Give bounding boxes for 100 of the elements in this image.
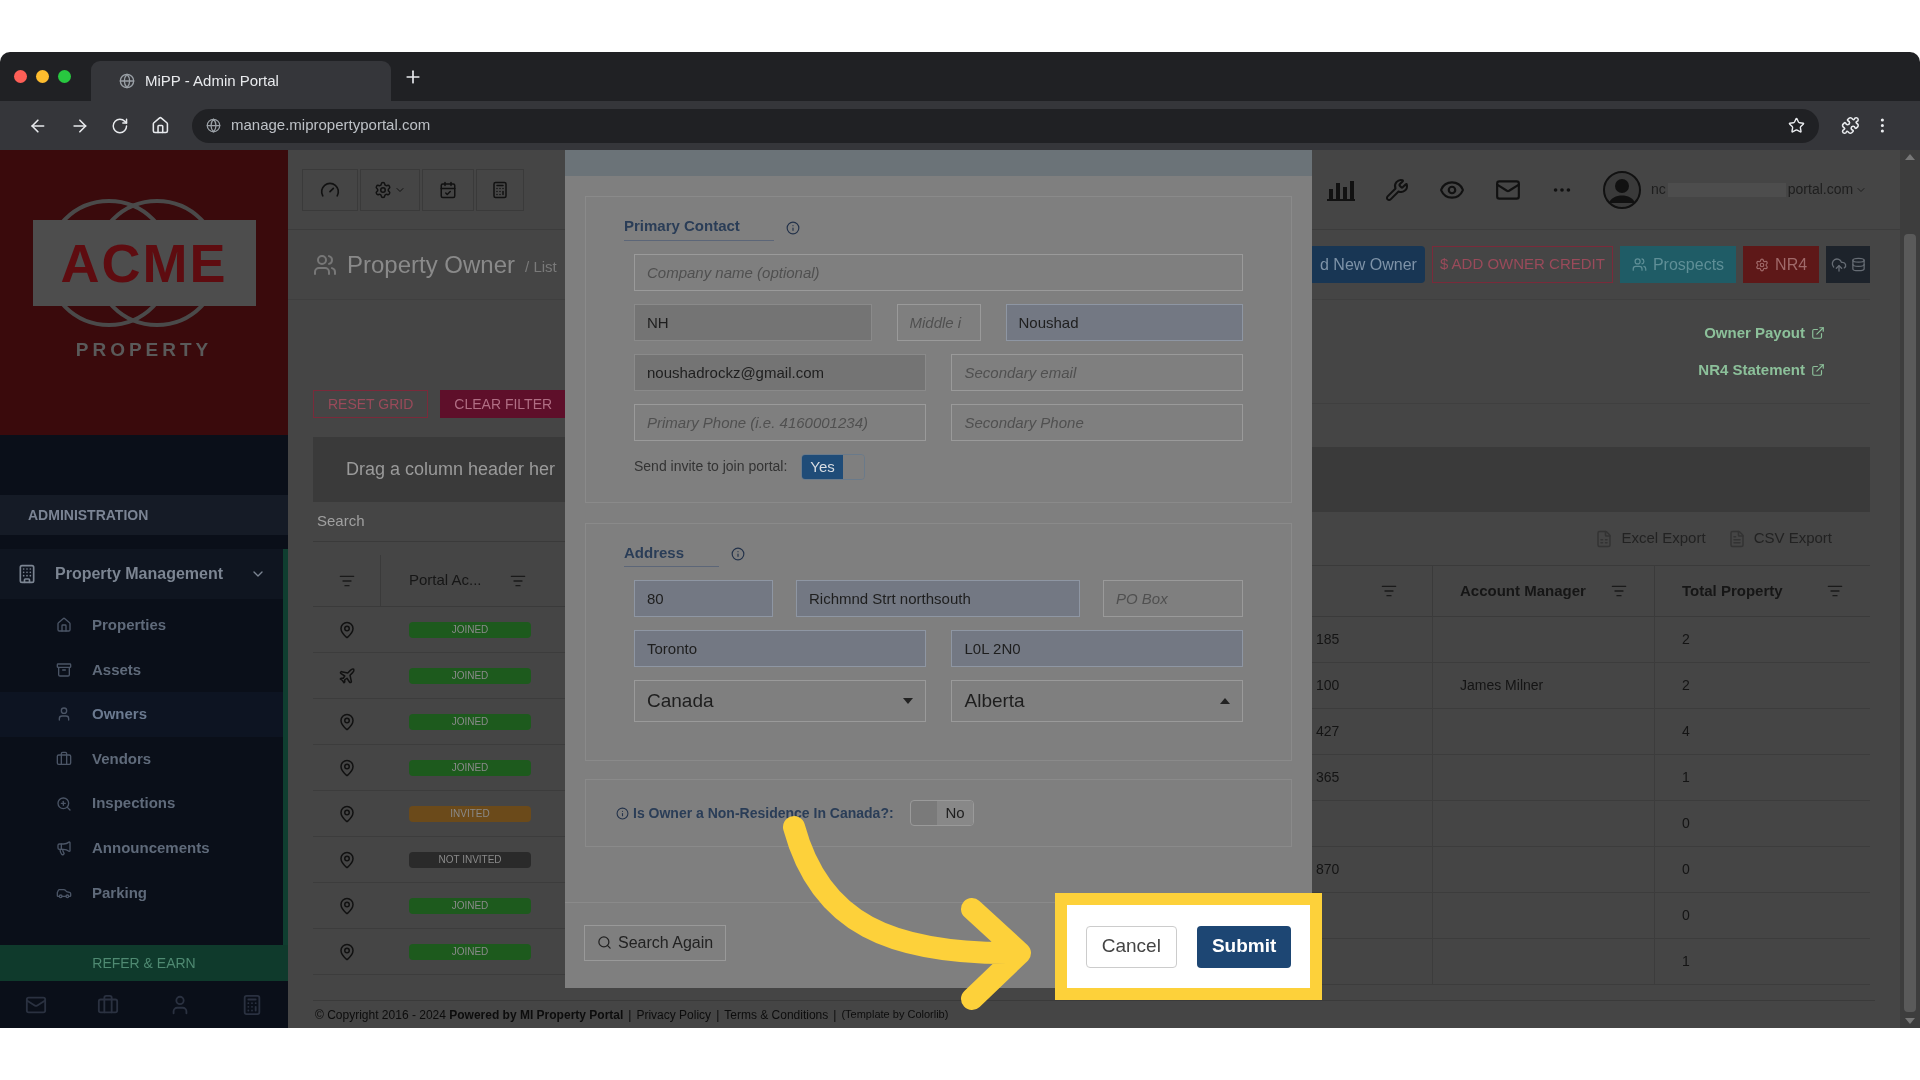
status-badge: JOINED xyxy=(409,713,531,730)
map-pin-icon xyxy=(338,896,356,915)
submit-button[interactable]: Submit xyxy=(1196,925,1292,968)
toggle-label: No xyxy=(937,801,973,825)
user-icon xyxy=(56,706,72,723)
toggle-label: Yes xyxy=(802,454,843,479)
calculator-icon xyxy=(491,180,509,199)
bookmark-icon[interactable] xyxy=(1787,117,1805,134)
bar-chart-icon[interactable] xyxy=(1327,178,1355,201)
zoom-icon xyxy=(56,795,72,812)
avatar-icon[interactable] xyxy=(1603,170,1641,209)
calculator-icon[interactable] xyxy=(241,993,263,1016)
status-badge: JOINED xyxy=(409,943,531,960)
toggle-switch[interactable]: Yes xyxy=(801,453,866,480)
status-badge: NOT INVITED xyxy=(409,851,531,868)
map-pin-icon xyxy=(338,942,356,961)
plane-icon xyxy=(338,666,356,685)
map-pin-icon xyxy=(338,850,356,869)
separator: | xyxy=(628,1006,632,1024)
dashboard-button[interactable] xyxy=(302,168,358,211)
calendar-button[interactable] xyxy=(422,168,474,211)
external-link-icon xyxy=(1811,326,1825,341)
nav-item[interactable]: Assets xyxy=(0,647,283,693)
archive-icon xyxy=(56,661,72,678)
wrench-icon[interactable] xyxy=(1385,177,1409,202)
new-owner-button[interactable]: d New Owner xyxy=(1312,246,1425,283)
calendar-icon xyxy=(439,180,457,199)
status-badge: JOINED xyxy=(409,759,531,776)
briefcase-icon[interactable] xyxy=(97,993,119,1016)
nav-item[interactable]: Owners xyxy=(0,692,283,737)
select-field[interactable]: Alberta xyxy=(951,680,1243,722)
nav-item[interactable]: Inspections xyxy=(0,781,283,826)
external-link[interactable]: Owner Payout xyxy=(1704,322,1825,345)
filter-icon[interactable] xyxy=(1827,583,1843,599)
logo-tagline: PROPERTY xyxy=(75,338,213,363)
settings-button[interactable] xyxy=(360,168,420,211)
external-link-icon xyxy=(1811,362,1825,377)
maximize-window-icon[interactable] xyxy=(58,70,71,83)
map-pin-icon xyxy=(338,804,356,823)
scrollbar[interactable] xyxy=(1900,150,1920,1028)
cloud-upload-icon xyxy=(1830,256,1847,273)
select-field[interactable]: Canada xyxy=(634,680,927,722)
close-window-icon[interactable] xyxy=(14,70,27,83)
nav-group-header[interactable]: Property Management xyxy=(0,549,283,599)
clear-filter-button[interactable]: CLEAR FILTER xyxy=(440,390,567,418)
nav-item[interactable]: Parking xyxy=(0,870,283,916)
nav-item[interactable]: Vendors xyxy=(0,736,283,782)
address-bar[interactable]: manage.mipropertyportal.com xyxy=(192,108,1819,143)
extensions-icon[interactable] xyxy=(1840,116,1860,135)
minimize-window-icon[interactable] xyxy=(36,70,49,83)
search-icon xyxy=(597,935,612,950)
users-icon xyxy=(1631,257,1647,272)
map-pin-icon xyxy=(338,712,356,731)
nav-item[interactable]: Properties xyxy=(0,603,283,648)
input-field[interactable]: Noushad xyxy=(1005,303,1243,341)
status-badge: JOINED xyxy=(409,667,531,684)
nr4-button[interactable]: NR4 xyxy=(1743,246,1820,283)
toggle-switch[interactable]: No xyxy=(909,800,974,826)
input-field[interactable]: L0L 2N0 xyxy=(951,630,1243,667)
settings-icon xyxy=(374,180,392,199)
info-icon[interactable] xyxy=(786,220,800,235)
status-badge: INVITED xyxy=(409,805,531,822)
reload-icon[interactable] xyxy=(111,116,130,135)
search-field[interactable]: Search xyxy=(317,510,565,533)
input-field[interactable]: NH xyxy=(634,303,872,341)
cancel-button[interactable]: Cancel xyxy=(1085,925,1177,968)
filter-icon[interactable] xyxy=(1381,583,1397,599)
status-badge: JOINED xyxy=(409,621,531,638)
section-title: Primary Contact xyxy=(624,215,774,241)
separator: | xyxy=(833,1006,837,1024)
input-field[interactable]: 80 xyxy=(634,580,773,617)
prospects-button[interactable]: Prospects xyxy=(1619,246,1737,283)
footer-link[interactable]: Terms & Conditions xyxy=(724,1005,829,1024)
calculator-button[interactable] xyxy=(476,168,524,211)
megaphone-icon xyxy=(56,840,72,857)
info-icon[interactable] xyxy=(616,806,629,820)
footer-link[interactable]: Privacy Policy xyxy=(636,1005,712,1024)
refer-earn-button[interactable]: REFER & EARN xyxy=(0,945,288,981)
input-field[interactable]: Toronto xyxy=(634,630,927,667)
input-field[interactable]: noushadrockz@gmail.com xyxy=(634,353,927,391)
group-hint: Drag a column header her xyxy=(346,458,556,481)
users-icon xyxy=(313,252,337,277)
house-icon xyxy=(56,617,72,634)
copyright-text: © Copyright 2016 - 2024 Powered by MI Property Portal xyxy=(315,1006,624,1024)
building-icon xyxy=(17,564,37,584)
info-icon[interactable] xyxy=(731,547,745,562)
section-header: ADMINISTRATION xyxy=(0,495,288,535)
input-field[interactable]: Richmnd Strt northsouth xyxy=(796,580,1080,617)
settings-icon xyxy=(1755,257,1770,272)
briefcase-icon xyxy=(56,751,72,768)
search-again-button[interactable]: Search Again xyxy=(584,924,727,961)
map-pin-icon xyxy=(338,758,356,777)
external-link[interactable]: NR4 Statement xyxy=(1698,358,1825,381)
globe-icon xyxy=(119,73,135,89)
logo-wordmark: ACME xyxy=(32,220,256,307)
nav-item[interactable]: Announcements xyxy=(0,825,283,871)
home-icon[interactable] xyxy=(151,116,170,135)
filter-icon[interactable] xyxy=(1611,583,1627,599)
upload-button[interactable] xyxy=(1826,246,1870,283)
browser-tab[interactable]: MiPP - Admin Portal xyxy=(91,61,391,101)
